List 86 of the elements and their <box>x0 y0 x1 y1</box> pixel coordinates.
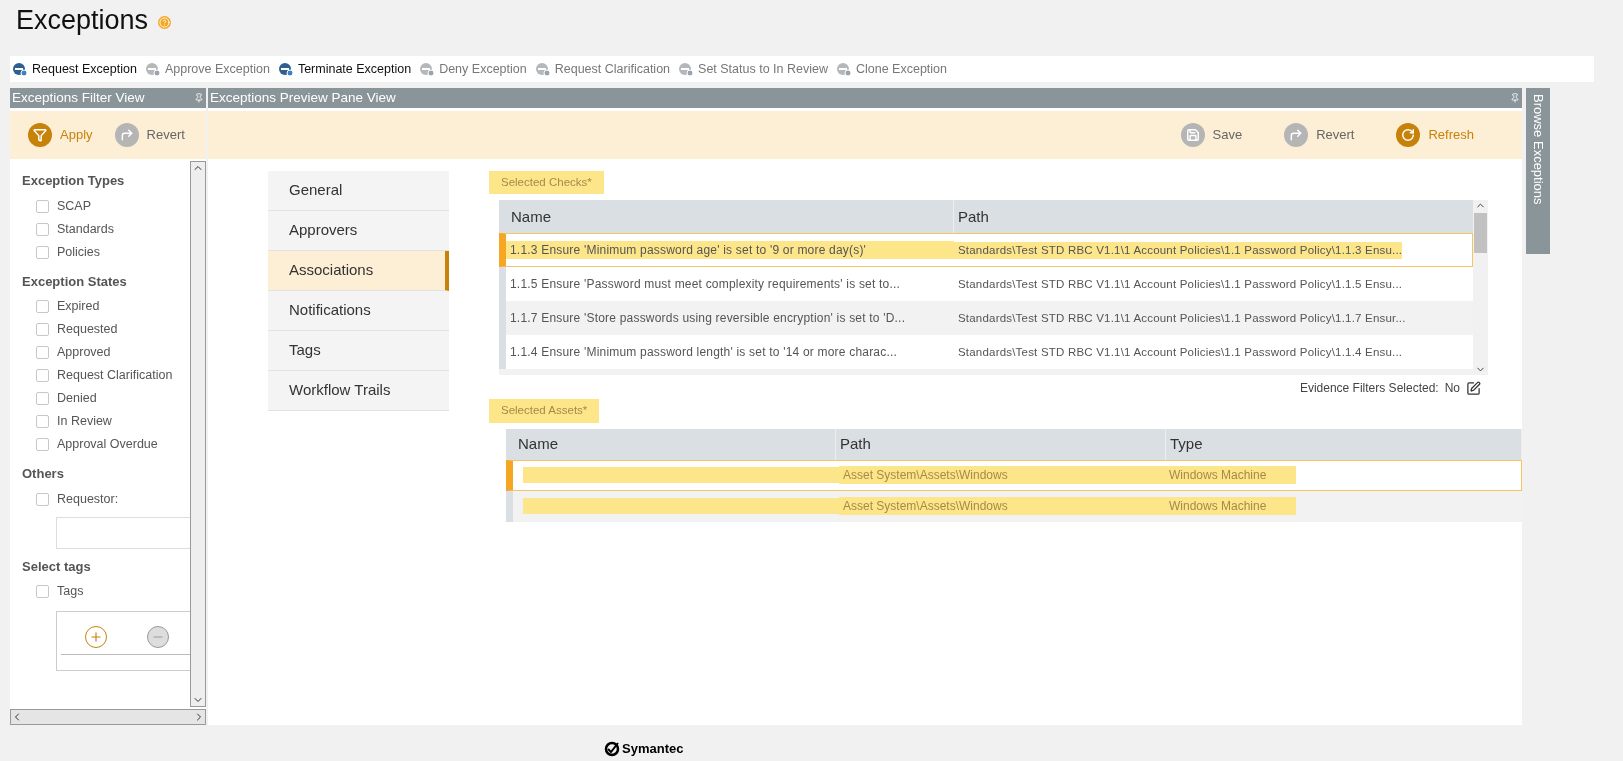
save-icon <box>1180 123 1205 147</box>
checkbox[interactable] <box>36 415 49 428</box>
circle-badge-icon <box>277 61 294 77</box>
help-icon[interactable] <box>158 15 172 29</box>
table-cell: Asset System\Assets\Windows <box>839 497 1165 515</box>
vertical-scrollbar[interactable] <box>190 161 206 707</box>
table-row[interactable]: 1.1.3 Ensure 'Minimum password age' is set to '9 or more day(s)' Standards\Test STD RBC V1.1\1 Account Policies\1.1 Password Policy\1.1.3 Ensu... <box>499 233 1473 268</box>
checkbox-label: Approval Overdue <box>57 436 158 454</box>
remove-icon[interactable] <box>147 626 169 648</box>
apply-button[interactable]: Apply <box>20 119 101 151</box>
circle-badge-icon <box>144 61 161 77</box>
toolbar-button[interactable]: Request Exception <box>12 59 137 79</box>
table-cell-text: 1.1.5 Ensure 'Password must meet complexity requirements' is set to... <box>509 276 902 294</box>
refresh-button[interactable]: Refresh <box>1388 119 1482 151</box>
refresh-icon <box>1396 123 1421 147</box>
section-label: Selected Assets* <box>489 399 600 423</box>
table-cell: 1.1.3 Ensure 'Minimum password age' is set to '9 or more day(s)' <box>506 241 954 260</box>
table-cell-text: 1.1.7 Ensure 'Store passwords using reversible encryption' is set to 'D... <box>509 310 907 328</box>
toolbar-button[interactable]: Terminate Exception <box>277 59 412 79</box>
logo-text: Symantec <box>622 740 684 758</box>
section-tab[interactable]: Tags <box>268 331 449 371</box>
checkbox[interactable] <box>36 346 49 359</box>
checkbox-label: Denied <box>57 390 97 408</box>
checkbox[interactable] <box>36 438 49 451</box>
checkbox-label: Tags <box>57 583 84 601</box>
column-header: Path <box>957 206 990 227</box>
checkbox-label: SCAP <box>57 197 92 215</box>
checkbox-label: Requestor: <box>57 490 119 508</box>
group-heading: Select tags <box>22 557 92 576</box>
circle-badge-icon <box>419 61 436 77</box>
table-cell: Standards\Test STD RBC V1.1\1 Account Policies\1.1 Password Policy\1.1.3 Ensu... <box>954 241 1403 259</box>
table-row[interactable]: 1.1.7 Ensure 'Store passwords using reversible encryption' is set to 'D... Standards\Test STD RBC V1.1\1 Account Policies\1.1 Password Policy\1.1.7 Ensur... <box>499 301 1473 336</box>
scroll-thumb[interactable] <box>1474 213 1487 254</box>
checkbox[interactable] <box>36 300 49 313</box>
page-title: Exceptions <box>16 3 149 37</box>
evidence-value: No <box>1444 380 1460 398</box>
horizontal-scrollbar[interactable] <box>10 709 206 725</box>
pin-icon[interactable] <box>1510 93 1520 103</box>
column-header: Type <box>1166 428 1522 460</box>
section-tab[interactable]: Notifications <box>268 291 449 331</box>
requestor-input-field[interactable] <box>56 516 190 549</box>
circle-badge-icon <box>836 61 852 77</box>
column-header: Path <box>836 428 1166 460</box>
checkbox[interactable] <box>36 392 49 405</box>
table-cell: Windows Machine <box>1165 466 1297 484</box>
checkbox[interactable] <box>36 369 49 382</box>
table-cell-text: Standards\Test STD RBC V1.1\1 Account Policies\1.1 Password Policy\1.1.4 Ensu... <box>957 344 1403 360</box>
table-cell-text: 1.1.4 Ensure 'Minimum password length' is set to '14 or more charac... <box>509 344 899 362</box>
filter-icon <box>28 123 52 147</box>
pin-icon[interactable] <box>194 93 204 103</box>
checkbox[interactable] <box>36 222 49 236</box>
group-heading: Others <box>22 465 65 483</box>
table-row[interactable]: Asset System\Assets\Windows Windows Machine <box>506 459 1522 491</box>
panel-title: Exceptions Preview Pane View <box>210 88 396 107</box>
checkbox[interactable] <box>36 492 49 506</box>
checkbox[interactable] <box>36 323 49 336</box>
evidence-label: Evidence Filters Selected: <box>1299 380 1439 398</box>
vertical-scrollbar[interactable] <box>1473 200 1488 376</box>
checkbox-label: Standards <box>57 220 114 238</box>
group-heading: Exception Types <box>22 172 126 190</box>
circle-badge-icon <box>678 61 695 77</box>
edit-icon[interactable] <box>1466 380 1481 396</box>
section-label: Selected Checks* <box>489 171 604 195</box>
panel-title: Exceptions Filter View <box>12 88 145 107</box>
checkbox[interactable] <box>36 585 49 598</box>
checkbox-label: Request Clarification <box>57 367 173 385</box>
checkbox-label: In Review <box>57 413 112 431</box>
section-tab[interactable]: Approvers <box>268 211 449 251</box>
logo-icon <box>604 740 620 757</box>
checkbox[interactable] <box>36 245 49 259</box>
section-tab[interactable]: General <box>268 171 449 211</box>
checkbox[interactable] <box>36 199 49 213</box>
table-cell: Asset System\Assets\Windows <box>839 466 1165 484</box>
column-header: Name <box>506 428 836 460</box>
checkbox-label: Expired <box>57 298 100 316</box>
table-cell: Windows Machine <box>1165 497 1297 515</box>
table-cell-text: Standards\Test STD RBC V1.1\1 Account Policies\1.1 Password Policy\1.1.5 Ensu... <box>957 276 1403 292</box>
checkbox-label: Policies <box>57 243 101 261</box>
side-tab[interactable]: Browse Exceptions <box>1526 88 1550 254</box>
section-tab[interactable]: Workflow Trails <box>268 371 449 411</box>
circle-badge-icon <box>534 61 551 77</box>
group-heading: Exception States <box>22 272 128 291</box>
checkbox-label: Requested <box>57 321 118 339</box>
table-cell-text: Standards\Test STD RBC V1.1\1 Account Policies\1.1 Password Policy\1.1.7 Ensur... <box>957 310 1406 326</box>
section-tab[interactable]: Associations <box>268 251 449 291</box>
checkbox-label: Approved <box>57 344 111 362</box>
